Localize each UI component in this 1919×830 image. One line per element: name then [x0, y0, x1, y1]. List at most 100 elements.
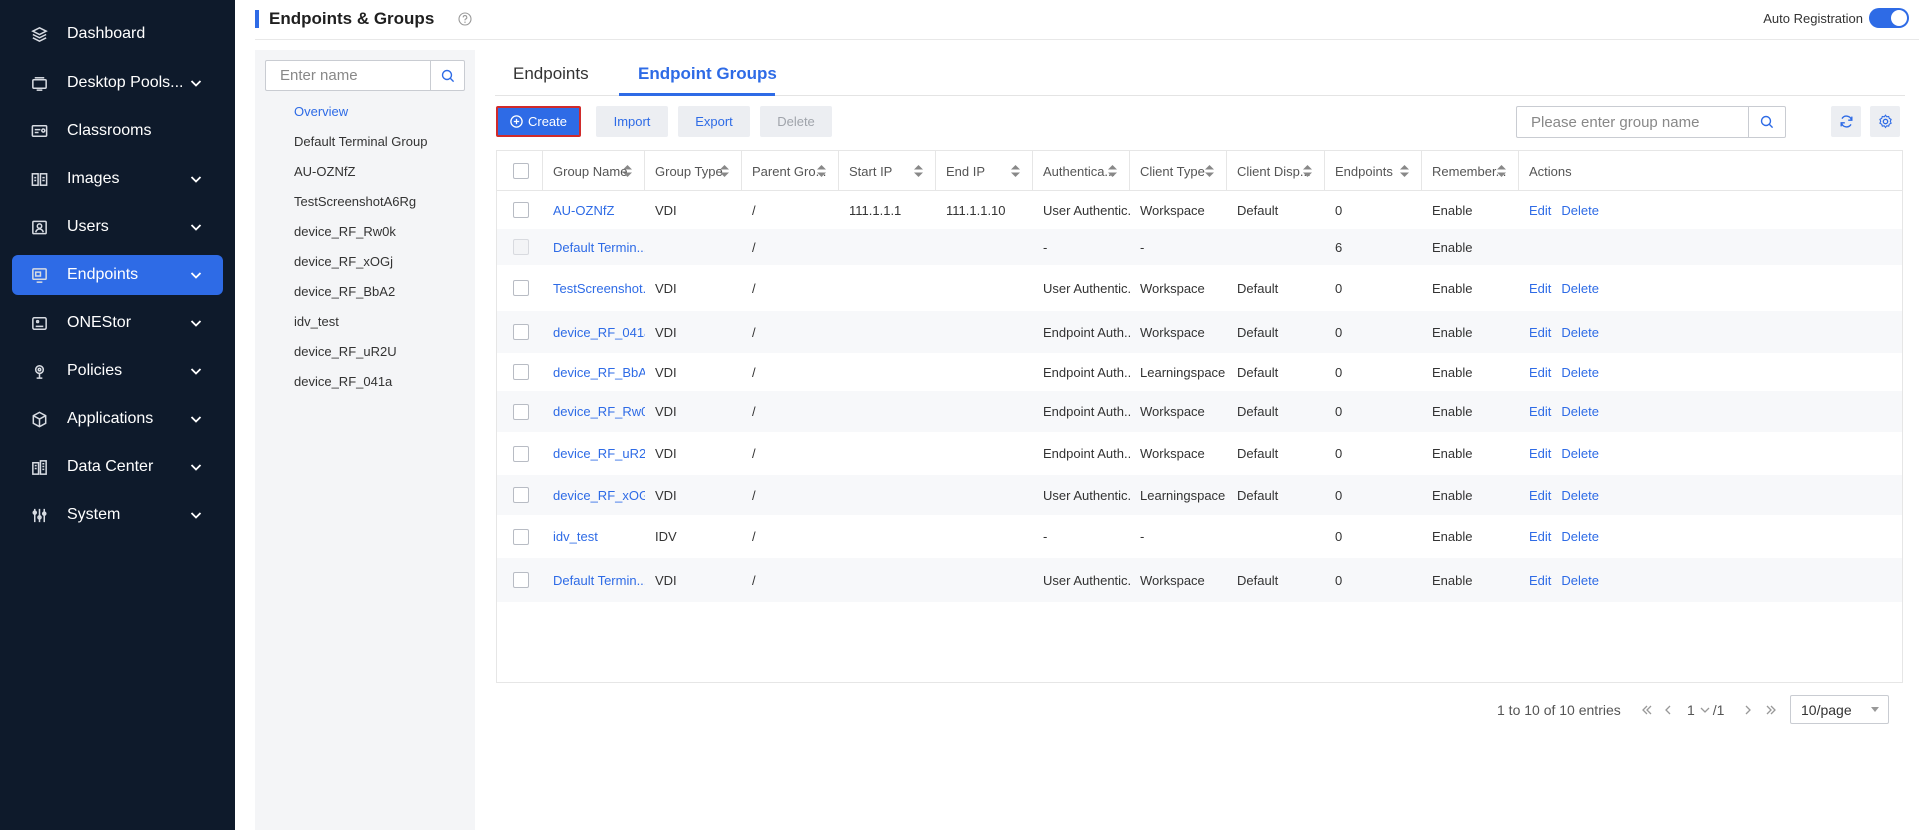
table-row[interactable]: device_RF_041a VDI / Endpoint Auth... Worksp… [497, 311, 1902, 353]
chevron-down-icon[interactable] [189, 268, 203, 282]
delete-link[interactable]: Delete [1561, 529, 1599, 544]
tree-item-overview[interactable]: Overview [294, 104, 348, 119]
chevron-down-icon[interactable] [189, 460, 203, 474]
chevron-down-icon[interactable] [189, 412, 203, 426]
table-row[interactable]: AU-OZNfZ VDI / 111.1.1.1 111.1.1.10 User Auth… [497, 191, 1902, 229]
sort-icon[interactable] [623, 165, 632, 177]
column-header-start-ip[interactable]: Start IP [839, 151, 936, 191]
auto-registration-toggle[interactable] [1869, 8, 1909, 28]
delete-link[interactable]: Delete [1561, 365, 1599, 380]
tab-endpoints[interactable]: Endpoints [513, 64, 589, 84]
table-row[interactable]: Default Termin... VDI / User Authentic... Wo… [497, 558, 1902, 602]
column-header-remember[interactable]: Remember... [1422, 151, 1519, 191]
column-header-parent-gro[interactable]: Parent Gro... [742, 151, 839, 191]
edit-link[interactable]: Edit [1529, 488, 1551, 503]
sort-icon[interactable] [1108, 165, 1117, 177]
row-checkbox[interactable] [513, 572, 529, 588]
sidebar-item-dashboard[interactable]: Dashboard [12, 14, 223, 54]
row-checkbox[interactable] [513, 324, 529, 340]
edit-link[interactable]: Edit [1529, 573, 1551, 588]
chevron-down-icon[interactable] [189, 172, 203, 186]
edit-link[interactable]: Edit [1529, 325, 1551, 340]
row-checkbox[interactable] [513, 239, 529, 255]
chevron-down-icon[interactable] [189, 316, 203, 330]
cell-name[interactable]: idv_test [543, 515, 645, 558]
sort-icon[interactable] [817, 165, 826, 177]
edit-link[interactable]: Edit [1529, 281, 1551, 296]
edit-link[interactable]: Edit [1529, 446, 1551, 461]
sidebar-item-desktop-pools[interactable]: Desktop Pools... [12, 63, 223, 103]
cell-name[interactable]: Default Termin... [543, 229, 645, 265]
tree-item[interactable]: device_RF_BbA2 [294, 284, 395, 299]
create-button[interactable]: Create [496, 106, 581, 137]
cell-name[interactable]: device_RF_uR2U [543, 432, 645, 475]
import-button[interactable]: Import [596, 106, 668, 137]
column-header-client-disp[interactable]: Client Disp... [1227, 151, 1325, 191]
table-row[interactable]: idv_test IDV / - - 0 Enable Edit Delete [497, 515, 1902, 558]
delete-link[interactable]: Delete [1561, 281, 1599, 296]
tree-search-button[interactable] [430, 61, 464, 90]
select-all-checkbox[interactable] [513, 163, 529, 179]
table-row[interactable]: device_RF_BbA2 VDI / Endpoint Auth... Learni… [497, 353, 1902, 391]
cell-name[interactable]: device_RF_xOGj [543, 475, 645, 515]
sort-icon[interactable] [1497, 165, 1506, 177]
table-row[interactable]: Default Termin... / - - 6 Enable [497, 229, 1902, 265]
sidebar-item-data-center[interactable]: Data Center [12, 447, 223, 487]
group-search-button[interactable] [1748, 107, 1785, 137]
chevron-down-icon[interactable] [189, 76, 203, 90]
table-row[interactable]: device_RF_xOGj VDI / User Authentic... Learn… [497, 475, 1902, 515]
cell-name[interactable]: Default Termin... [543, 558, 645, 602]
row-checkbox[interactable] [513, 364, 529, 380]
tree-item[interactable]: Default Terminal Group [294, 134, 427, 149]
sidebar-item-images[interactable]: Images [12, 159, 223, 199]
cell-name[interactable]: device_RF_Rw0k [543, 391, 645, 432]
delete-link[interactable]: Delete [1561, 325, 1599, 340]
sidebar-item-classrooms[interactable]: Classrooms [12, 111, 223, 151]
chevron-down-icon[interactable] [189, 508, 203, 522]
page-number-select[interactable]: 1 /1 [1687, 697, 1724, 723]
sort-icon[interactable] [914, 165, 923, 177]
tab-endpoint-groups[interactable]: Endpoint Groups [638, 64, 777, 84]
sort-icon[interactable] [1205, 165, 1214, 177]
sort-icon[interactable] [1303, 165, 1312, 177]
refresh-button[interactable] [1831, 106, 1861, 137]
first-page-button[interactable] [1640, 697, 1654, 723]
delete-link[interactable]: Delete [1561, 446, 1599, 461]
export-button[interactable]: Export [678, 106, 750, 137]
sidebar-item-policies[interactable]: Policies [12, 351, 223, 391]
tree-item[interactable]: device_RF_xOGj [294, 254, 393, 269]
chevron-down-icon[interactable] [189, 364, 203, 378]
delete-link[interactable]: Delete [1561, 404, 1599, 419]
row-checkbox[interactable] [513, 403, 529, 420]
delete-link[interactable]: Delete [1561, 573, 1599, 588]
sidebar-item-users[interactable]: Users [12, 207, 223, 247]
edit-link[interactable]: Edit [1529, 529, 1551, 544]
prev-page-button[interactable] [1663, 697, 1673, 723]
column-header-group-type[interactable]: Group Type [645, 151, 742, 191]
tree-item[interactable]: TestScreenshotA6Rg [294, 194, 416, 209]
last-page-button[interactable] [1764, 697, 1778, 723]
edit-link[interactable]: Edit [1529, 365, 1551, 380]
tree-item[interactable]: device_RF_Rw0k [294, 224, 396, 239]
sidebar-item-system[interactable]: System [12, 495, 223, 535]
row-checkbox[interactable] [513, 445, 529, 462]
row-checkbox[interactable] [513, 528, 529, 545]
sidebar-item-endpoints[interactable]: Endpoints [12, 255, 223, 295]
tree-item[interactable]: device_RF_041a [294, 374, 392, 389]
settings-button[interactable] [1870, 106, 1900, 137]
sort-icon[interactable] [1011, 165, 1020, 177]
sidebar-item-onestor[interactable]: ONEStor [12, 303, 223, 343]
sort-icon[interactable] [1400, 165, 1409, 177]
table-row[interactable]: device_RF_uR2U VDI / Endpoint Auth... Worksp… [497, 432, 1902, 475]
page-size-select[interactable]: 10/page [1790, 695, 1889, 724]
column-header-group-name[interactable]: Group Name [543, 151, 645, 191]
tree-search-input[interactable] [266, 61, 430, 90]
edit-link[interactable]: Edit [1529, 404, 1551, 419]
sort-icon[interactable] [720, 165, 729, 177]
cell-name[interactable]: device_RF_041a [543, 311, 645, 353]
cell-name[interactable]: TestScreenshot... [543, 265, 645, 311]
delete-link[interactable]: Delete [1561, 203, 1599, 218]
delete-link[interactable]: Delete [1561, 488, 1599, 503]
tree-item[interactable]: idv_test [294, 314, 339, 329]
table-row[interactable]: device_RF_Rw0k VDI / Endpoint Auth... Worksp… [497, 391, 1902, 432]
